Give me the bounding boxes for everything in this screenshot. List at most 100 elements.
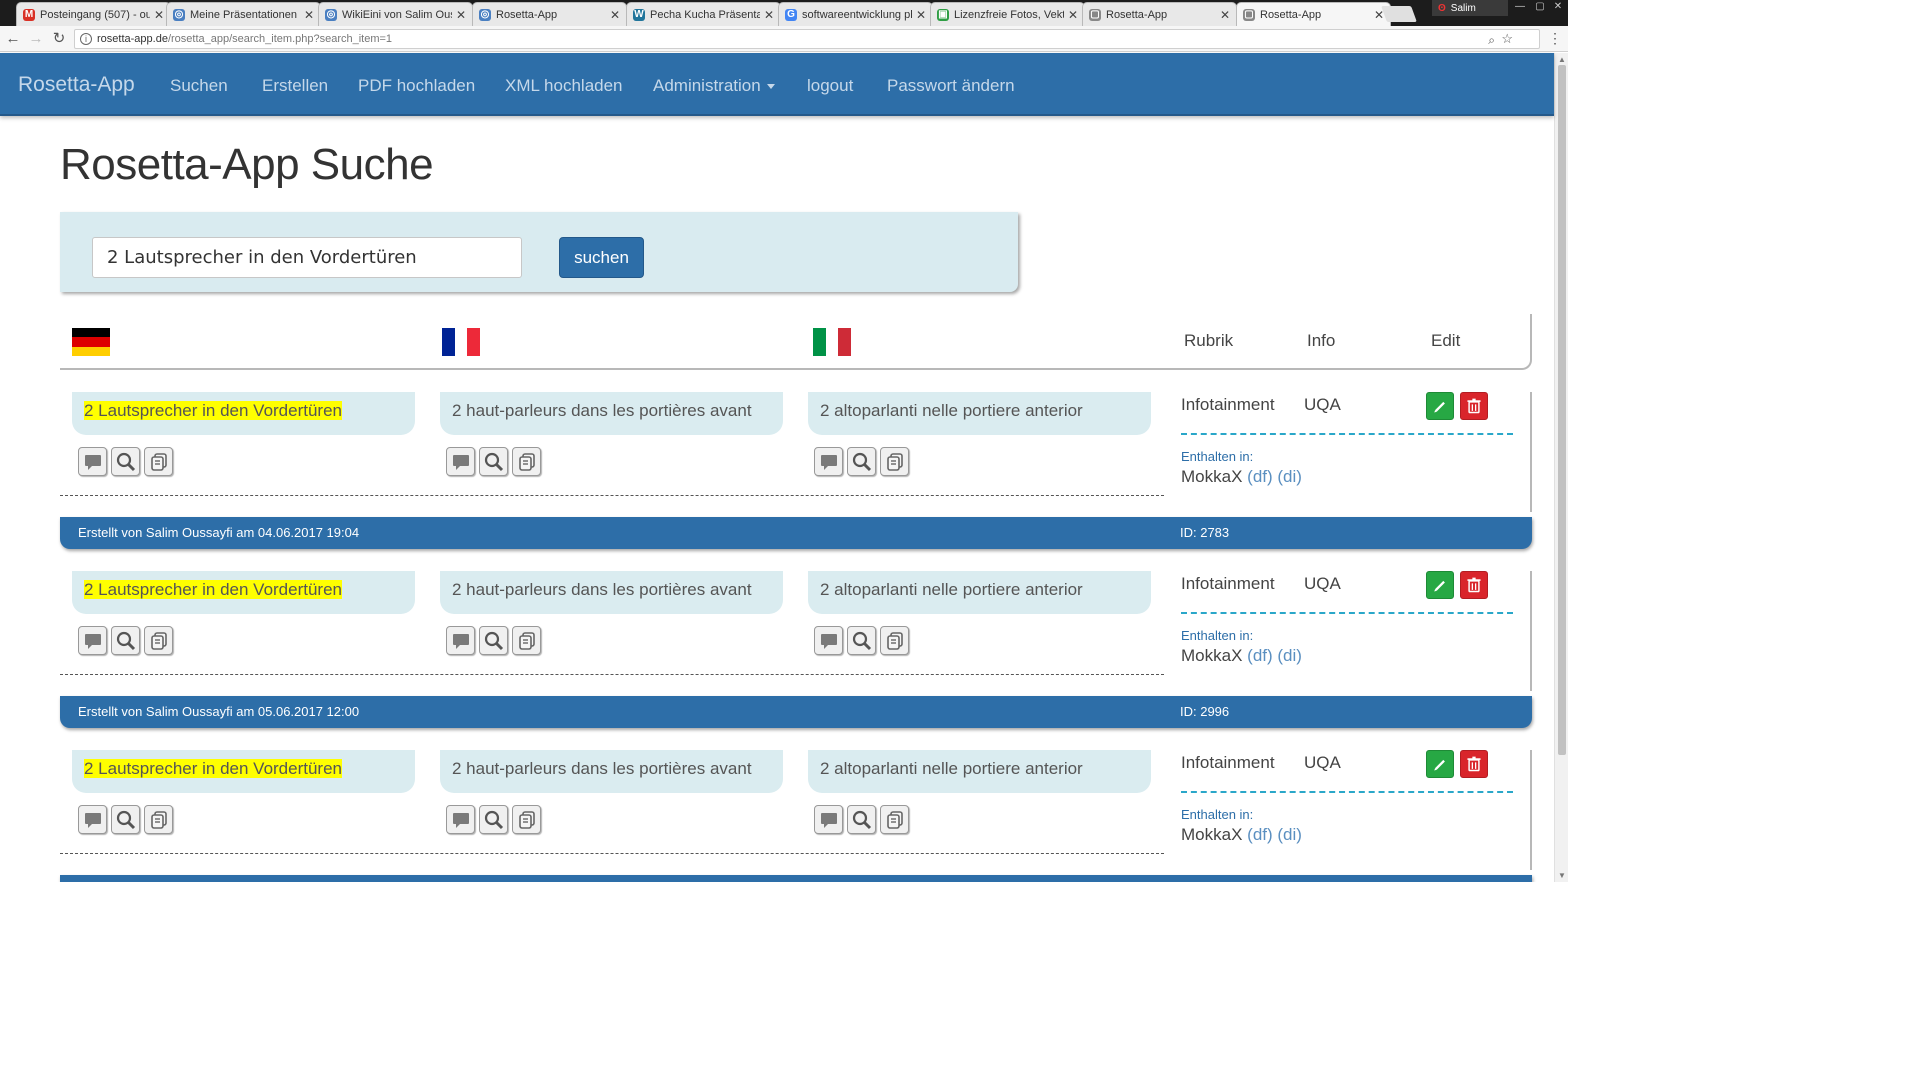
contained-in-value: MokkaX (df) (di): [1181, 467, 1302, 487]
german-flag-icon: [72, 328, 110, 356]
flag-stripe: [442, 328, 455, 356]
nav-link-suchen[interactable]: Suchen: [170, 76, 228, 96]
french-text-cell: 2 haut-parleurs dans les portières avant: [440, 750, 783, 793]
item-id: ID: 2783: [1180, 525, 1230, 540]
link-df[interactable]: (df): [1247, 467, 1273, 486]
globe-icon: ◎: [173, 8, 185, 21]
copy-icon[interactable]: [512, 626, 541, 655]
browser-tab[interactable]: ◎ Rosetta-App ✕: [472, 2, 627, 26]
nav-link-logout[interactable]: logout: [807, 76, 853, 96]
magnifier-icon[interactable]: [111, 447, 140, 476]
new-tab-button[interactable]: [1381, 6, 1417, 22]
copy-icon[interactable]: [880, 447, 909, 476]
comment-icon[interactable]: [78, 805, 107, 834]
magnifier-icon[interactable]: [847, 447, 876, 476]
italian-text-cell: 2 altoparlanti nelle portiere anterior: [808, 571, 1151, 614]
copy-icon[interactable]: [880, 805, 909, 834]
close-tab-icon[interactable]: ✕: [154, 8, 164, 22]
browser-tab[interactable]: M Posteingang (507) - ous ✕: [16, 2, 171, 26]
nav-link-passwort-aendern[interactable]: Passwort ändern: [887, 76, 1015, 96]
forward-icon[interactable]: →: [27, 30, 45, 48]
link-di[interactable]: (di): [1277, 467, 1302, 486]
copy-icon[interactable]: [144, 805, 173, 834]
zoom-icon[interactable]: ⌕: [1488, 31, 1495, 49]
search-input[interactable]: [92, 237, 522, 278]
nav-link-pdf-hochladen[interactable]: PDF hochladen: [358, 76, 475, 96]
close-window-icon[interactable]: ✕: [1548, 0, 1568, 16]
edit-button[interactable]: [1426, 750, 1454, 778]
close-tab-icon[interactable]: ✕: [764, 8, 774, 22]
browser-tab[interactable]: ◎ WikiEini von Salim Ouss ✕: [318, 2, 473, 26]
site-info-icon[interactable]: i: [80, 33, 92, 45]
url-input[interactable]: i rosetta-app.de/rosetta_app/search_item.…: [74, 29, 1540, 49]
browser-tab[interactable]: ◎ Meine Präsentationen | ✕: [166, 2, 321, 26]
scroll-up-arrow-icon[interactable]: ▲: [1558, 55, 1566, 64]
reload-icon[interactable]: ↻: [50, 30, 68, 48]
magnifier-icon[interactable]: [479, 805, 508, 834]
copy-icon[interactable]: [512, 447, 541, 476]
created-by-text: Erstellt von Salim Oussayfi am 05.06.201…: [78, 704, 360, 719]
browser-tab[interactable]: W Pecha Kucha Präsentati ✕: [626, 2, 781, 26]
link-di[interactable]: (di): [1277, 825, 1302, 844]
rubrik-value: Infotainment: [1181, 395, 1275, 414]
comment-icon[interactable]: [446, 626, 475, 655]
nav-link-xml-hochladen[interactable]: XML hochladen: [505, 76, 623, 96]
profile-button[interactable]: ʘ Salim: [1432, 0, 1508, 16]
comment-icon[interactable]: [814, 626, 843, 655]
link-df[interactable]: (df): [1247, 825, 1273, 844]
close-tab-icon[interactable]: ✕: [1068, 8, 1078, 22]
minimize-window-icon[interactable]: —: [1510, 0, 1530, 16]
delete-button[interactable]: [1460, 392, 1488, 420]
search-button[interactable]: suchen: [559, 237, 644, 278]
nav-dropdown-label: Administration: [653, 76, 761, 95]
link-df[interactable]: (df): [1247, 646, 1273, 665]
edit-button[interactable]: [1426, 571, 1454, 599]
browser-tab[interactable]: ▣ Lizenzfreie Fotos, Vekto ✕: [930, 2, 1085, 26]
contained-in-name: MokkaX: [1181, 467, 1243, 486]
bookmark-star-icon[interactable]: ☆: [1501, 30, 1513, 48]
scrollbar-thumb[interactable]: [1558, 65, 1566, 755]
italian-text: 2 altoparlanti nelle portiere anterior: [820, 759, 1083, 778]
delete-button[interactable]: [1460, 750, 1488, 778]
magnifier-icon[interactable]: [479, 626, 508, 655]
close-tab-icon[interactable]: ✕: [456, 8, 466, 22]
magnifier-icon[interactable]: [847, 805, 876, 834]
close-tab-icon[interactable]: ✕: [1220, 8, 1230, 22]
browser-tab[interactable]: ▢ Rosetta-App ✕: [1236, 2, 1391, 26]
comment-icon[interactable]: [78, 447, 107, 476]
comment-icon[interactable]: [814, 805, 843, 834]
close-tab-icon[interactable]: ✕: [916, 8, 926, 22]
magnifier-icon[interactable]: [111, 626, 140, 655]
close-tab-icon[interactable]: ✕: [610, 8, 620, 22]
copy-icon[interactable]: [144, 447, 173, 476]
browser-tab-label: Rosetta-App: [1260, 8, 1322, 21]
copy-icon[interactable]: [512, 805, 541, 834]
comment-icon[interactable]: [814, 447, 843, 476]
comment-icon[interactable]: [78, 626, 107, 655]
maximize-window-icon[interactable]: ▢: [1530, 0, 1550, 16]
comment-icon[interactable]: [446, 447, 475, 476]
edit-button[interactable]: [1426, 392, 1454, 420]
link-di[interactable]: (di): [1277, 646, 1302, 665]
brand-logo-link[interactable]: Rosetta-App: [18, 73, 135, 97]
magnifier-icon[interactable]: [479, 447, 508, 476]
page-scrollbar[interactable]: ▲ ▼: [1554, 53, 1568, 882]
nav-link-erstellen[interactable]: Erstellen: [262, 76, 328, 96]
scroll-down-arrow-icon[interactable]: ▼: [1558, 871, 1566, 880]
meta-divider: [1181, 433, 1513, 435]
close-tab-icon[interactable]: ✕: [304, 8, 314, 22]
nav-dropdown-administration[interactable]: Administration: [653, 76, 775, 96]
comment-icon[interactable]: [446, 805, 475, 834]
copy-icon[interactable]: [144, 626, 173, 655]
magnifier-icon[interactable]: [847, 626, 876, 655]
magnifier-icon[interactable]: [111, 805, 140, 834]
back-icon[interactable]: ←: [4, 30, 22, 48]
delete-button[interactable]: [1460, 571, 1488, 599]
browser-tab[interactable]: Gsoftwareentwicklung ph ✕: [778, 2, 933, 26]
browser-menu-icon[interactable]: ⋮: [1548, 30, 1562, 47]
row-divider: [60, 674, 1164, 675]
copy-icon[interactable]: [880, 626, 909, 655]
browser-tab-label: Posteingang (507) - ous: [40, 8, 150, 21]
browser-tab[interactable]: ▢ Rosetta-App ✕: [1082, 2, 1237, 26]
italian-text-cell: 2 altoparlanti nelle portiere anterior: [808, 392, 1151, 435]
